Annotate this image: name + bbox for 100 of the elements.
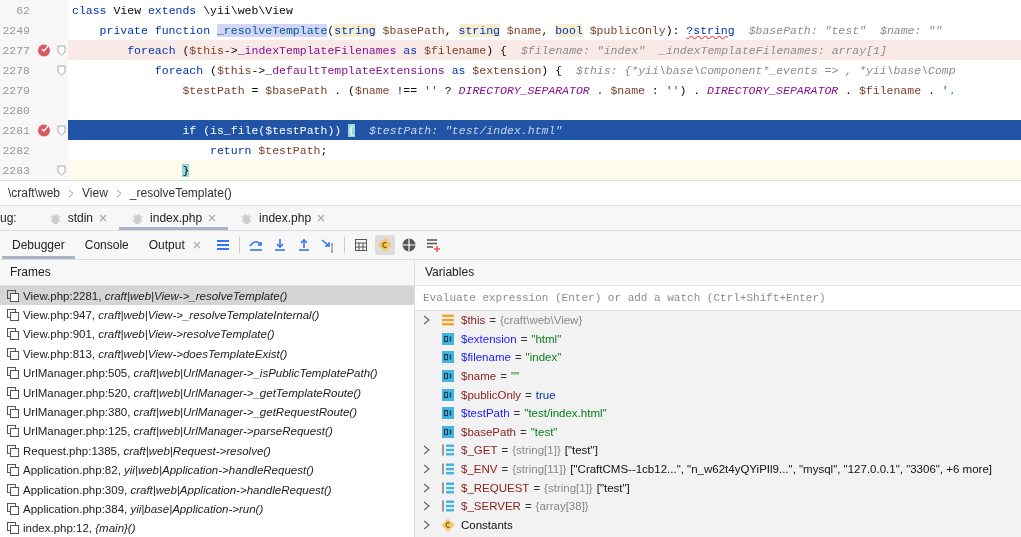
- line-number: 2249: [1, 23, 31, 37]
- frame-icon: [7, 328, 19, 341]
- stack-frame[interactable]: UrlManager.php:520, craft|web|UrlManager->_getTemplateRoute(): [0, 382, 414, 403]
- variable-name[interactable]: $_REQUEST: [461, 481, 530, 494]
- variable-value: "index": [525, 351, 562, 364]
- expand-chevron-icon[interactable]: [423, 501, 430, 512]
- equals-sign: =: [501, 463, 509, 476]
- code-text: class View extends \yii\web\View: [72, 3, 293, 17]
- equals-sign: =: [489, 314, 496, 327]
- debugger-tab[interactable]: Debugger: [2, 231, 75, 259]
- line-number: 2281: [1, 123, 31, 137]
- stack-frame[interactable]: UrlManager.php:380, craft|web|UrlManager->_getRequestRoute(): [0, 402, 414, 422]
- variable-type: {string[11]}: [512, 463, 567, 476]
- variable-name[interactable]: Constants: [461, 518, 513, 531]
- variable-value: "html": [531, 332, 562, 345]
- variable-value: "test/index.html": [524, 407, 607, 420]
- frame-icon: [7, 367, 19, 380]
- stack-frame[interactable]: UrlManager.php:505, craft|web|UrlManager->_isPublicTemplatePath(): [0, 363, 414, 383]
- close-icon[interactable]: [208, 214, 217, 222]
- close-icon[interactable]: [317, 214, 326, 222]
- variable-name[interactable]: $extension: [461, 332, 517, 345]
- variable-name[interactable]: $filename: [461, 351, 511, 364]
- inline-value-hint: _indexTemplateFilenames: array[1]: [659, 43, 887, 57]
- bug-icon: [240, 211, 254, 225]
- variable-value: ["CraftCMS--1cb12...", "n_w62t4yQYiPIl9...", "mysql", "127.0.0.1", "3306", +6 more]: [570, 463, 992, 476]
- code-text: foreach ($this->_indexTemplateFilenames as $filename) {: [126, 43, 507, 57]
- frames-header: Frames: [0, 260, 414, 286]
- variable-value: ["test"]: [596, 481, 630, 494]
- breadcrumb-item[interactable]: View: [82, 186, 108, 200]
- variable-type: {array[38]}: [535, 500, 589, 513]
- variable-name[interactable]: $basePath: [461, 425, 516, 438]
- variable-name[interactable]: $_ENV: [461, 463, 498, 476]
- frame-icon: [7, 406, 19, 419]
- frame-icon: [7, 444, 19, 457]
- equals-sign: =: [525, 388, 532, 401]
- expand-chevron-icon[interactable]: [423, 464, 430, 475]
- code-text: private function _resolveTemplate(string $basePath, string $name, bool $publicOnly): ?string: [98, 23, 735, 37]
- code-text: }: [181, 163, 190, 177]
- line-number: 2278: [1, 63, 31, 77]
- line-number: 2283: [1, 163, 31, 177]
- breakpoint-icon[interactable]: [37, 43, 51, 57]
- stack-frame[interactable]: index.php:12, {main}(): [0, 518, 414, 537]
- frame-icon: [7, 386, 19, 399]
- debugger-tab[interactable]: Console: [74, 231, 139, 259]
- stack-frame[interactable]: Application.php:309, craft|web|Application->handleRequest(): [0, 479, 414, 500]
- variable-name[interactable]: $_GET: [461, 444, 498, 457]
- session-tab[interactable]: index.php: [228, 206, 338, 230]
- frame-icon: [7, 309, 19, 322]
- inline-value-hint: $basePath: "test": [748, 23, 866, 37]
- variable-type: {string[1]}: [544, 481, 593, 494]
- fold-icon[interactable]: [56, 124, 66, 136]
- stack-frame[interactable]: View.php:813, craft|web|View->doesTemplateExist(): [0, 344, 414, 364]
- fold-icon[interactable]: [56, 164, 66, 176]
- equals-sign: =: [520, 332, 528, 345]
- expand-chevron-icon[interactable]: [423, 445, 430, 456]
- frame-icon: [7, 483, 19, 496]
- breadcrumb-item[interactable]: \craft\web: [8, 186, 61, 200]
- stack-frame[interactable]: View.php:947, craft|web|View->_resolveTemplateInternal(): [0, 305, 414, 325]
- equals-sign: =: [501, 444, 509, 457]
- equals-sign: =: [500, 370, 507, 383]
- breakpoint-icon[interactable]: [37, 123, 51, 137]
- close-icon[interactable]: [99, 214, 108, 222]
- variable-value: "": [510, 370, 520, 383]
- stack-frame[interactable]: View.php:2281, craft|web|View->_resolveTemplate(): [0, 286, 414, 306]
- session-tab[interactable]: stdin: [36, 206, 120, 230]
- stack-frame[interactable]: Request.php:1385, craft|web|Request->resolve(): [0, 441, 414, 461]
- expand-chevron-icon[interactable]: [423, 315, 430, 326]
- expand-chevron-icon[interactable]: [423, 482, 430, 493]
- line-number: 2279: [1, 83, 31, 97]
- stack-frame[interactable]: Application.php:384, yii|base|Application->run(): [0, 499, 414, 519]
- stack-frame[interactable]: UrlManager.php:125, craft|web|UrlManager->parseRequest(): [0, 421, 414, 442]
- chevron-icon: [68, 188, 75, 198]
- bug-icon: [131, 211, 145, 225]
- variable-value: ["test"]: [564, 444, 598, 457]
- code-text: if (is_file($testPath)) {: [181, 123, 355, 137]
- breadcrumb-item[interactable]: _resolveTemplate(): [129, 186, 232, 200]
- stack-frame[interactable]: Application.php:82, yii|web|Application->handleRequest(): [0, 460, 414, 480]
- variables-header: Variables: [415, 260, 1021, 286]
- evaluate-field[interactable]: Evaluate expression (Enter) or add a watch (Ctrl+Shift+Enter): [415, 286, 1021, 311]
- fold-icon[interactable]: [56, 64, 66, 76]
- variable-type: {string[1]}: [512, 444, 561, 457]
- debugger-tab[interactable]: Output: [138, 231, 211, 259]
- frame-icon: [7, 425, 19, 438]
- close-icon[interactable]: [192, 241, 201, 249]
- equals-sign: =: [520, 425, 527, 438]
- fold-icon[interactable]: [56, 44, 66, 56]
- debug-label: ug:: [0, 211, 18, 225]
- variable-name[interactable]: $publicOnly: [461, 388, 522, 401]
- variable-name[interactable]: $testPath: [461, 407, 510, 420]
- line-number: 2280: [1, 103, 31, 117]
- variable-name[interactable]: $this: [461, 314, 486, 327]
- inline-value-hint: $filename: "index": [520, 43, 646, 57]
- chevron-icon: [115, 188, 122, 198]
- variable-name[interactable]: $_SERVER: [461, 500, 521, 513]
- session-tab[interactable]: index.php: [119, 206, 229, 230]
- line-number: 62: [15, 3, 31, 17]
- variable-name[interactable]: $name: [461, 370, 497, 383]
- stack-frame[interactable]: View.php:901, craft|web|View->resolveTemplate(): [0, 324, 414, 345]
- code-text: foreach ($this->_defaultTemplateExtensions as $extension) {: [153, 63, 563, 77]
- expand-chevron-icon[interactable]: [423, 519, 430, 530]
